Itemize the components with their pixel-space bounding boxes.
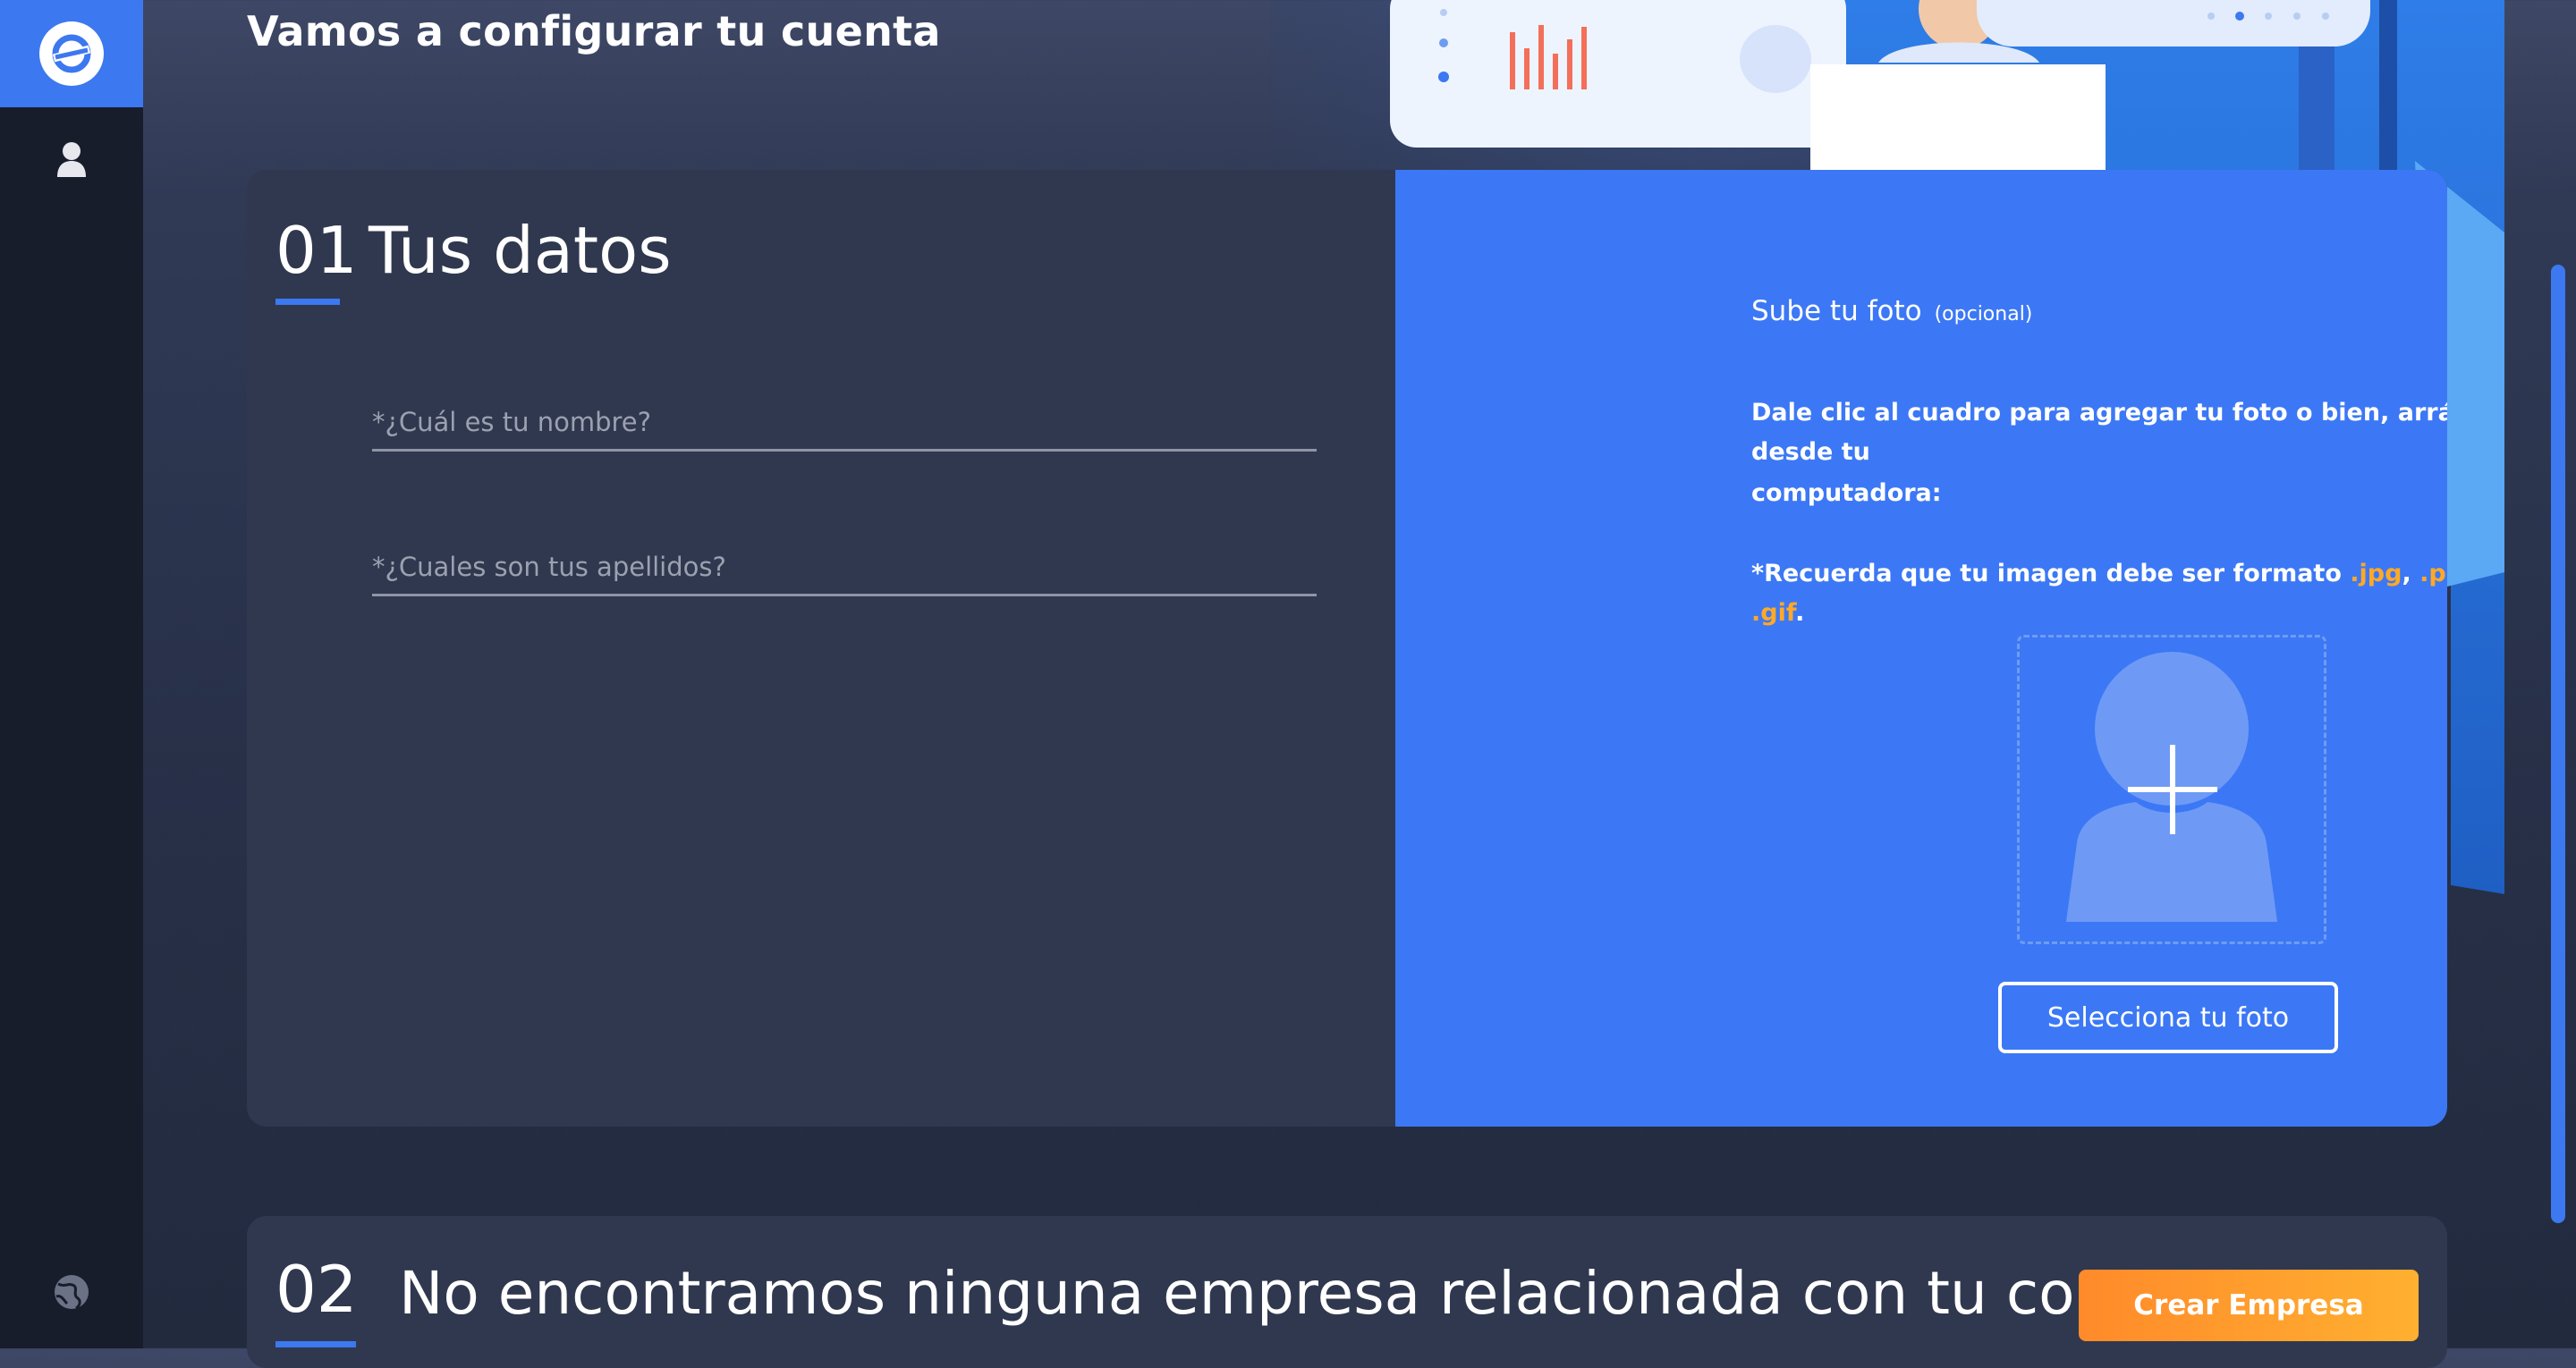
sidebar [0, 0, 143, 1348]
optional-label: (opcional) [1934, 303, 2033, 325]
section-title-2: No encontramos ninguna empresa relaciona… [399, 1259, 2194, 1328]
create-company-button[interactable]: Crear Empresa [2079, 1270, 2419, 1341]
first-name-input[interactable] [372, 395, 1317, 454]
user-icon[interactable] [56, 141, 87, 181]
circle-logo-icon [39, 21, 104, 86]
first-name-field [372, 395, 1317, 454]
last-name-input[interactable] [372, 540, 1317, 599]
avatar-placeholder-icon [2066, 652, 2277, 922]
format-jpg: .jpg [2350, 560, 2402, 587]
format-end: . [1795, 599, 1805, 627]
section-underline [275, 299, 340, 305]
last-name-field [372, 540, 1317, 599]
page-title: Vamos a configurar tu cuenta [247, 7, 941, 55]
company-card: 02 No encontramos ninguna empresa relaci… [247, 1216, 2447, 1368]
upload-instructions-line1: Dale clic al cuadro para agregar tu foto… [1751, 399, 2447, 466]
section-title: Tus datos [369, 213, 672, 288]
section-number-2: 02 [275, 1252, 358, 1327]
format-gif: .gif [1751, 599, 1796, 627]
scrollbar[interactable] [2551, 265, 2565, 1223]
format-note: *Recuerda que tu imagen debe ser formato… [1751, 554, 2447, 633]
logo[interactable] [0, 0, 143, 107]
format-note-prefix: *Recuerda que tu imagen debe ser formato [1751, 560, 2351, 587]
select-photo-button[interactable]: Selecciona tu foto [1998, 982, 2338, 1053]
upload-heading-text: Sube tu foto [1751, 295, 1922, 327]
profile-card: 01 Tus datos Sube tu foto (opcional) Dale… [247, 170, 2447, 1127]
format-png: .png [2419, 560, 2447, 587]
personal-data-panel: 01 Tus datos [247, 170, 1395, 1127]
format-sep1: , [2402, 560, 2420, 587]
photo-upload-panel: Sube tu foto (opcional) Dale clic al cuad… [1395, 170, 2447, 1127]
globe-icon[interactable] [53, 1273, 90, 1314]
section-underline-2 [275, 1341, 356, 1347]
photo-dropzone[interactable] [2017, 635, 2326, 944]
upload-heading: Sube tu foto (opcional) [1751, 295, 2032, 327]
section-number: 01 [275, 213, 358, 288]
upload-instructions-line2: computadora: [1751, 479, 1942, 507]
